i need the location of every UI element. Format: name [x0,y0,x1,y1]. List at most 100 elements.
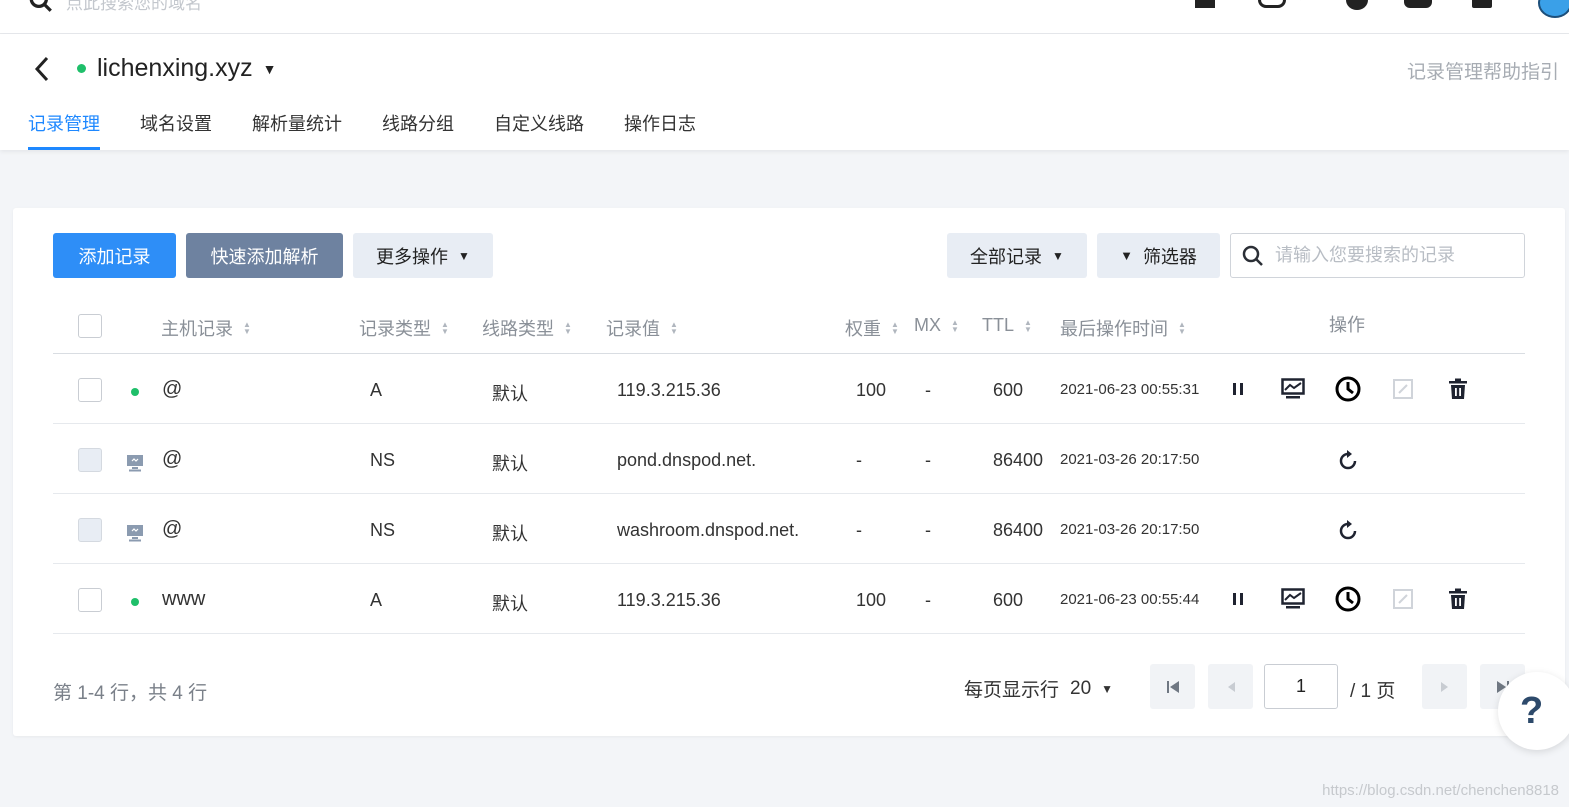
line-cell: 默认 [492,384,528,404]
sort-icon: ▲ ▼ [891,320,899,336]
rows-per-page[interactable]: 每页显示行 20 ▼ [964,675,1113,702]
pagination-summary: 第 1-4 行，共 4 行 [53,683,208,704]
prev-page-button[interactable] [1208,664,1253,709]
cloud-icon[interactable] [1258,0,1286,8]
total-pages: / 1 页 [1350,681,1396,702]
caret-down-icon: ▼ [262,60,277,77]
tab-domain-settings[interactable]: 域名设置 [140,110,212,150]
domain-selector[interactable]: lichenxing.xyz ▼ [77,54,277,83]
edit-icon[interactable] [1390,586,1416,612]
refresh-icon[interactable] [1335,518,1361,544]
sort-icon: ▲ ▼ [564,320,572,336]
domain-search[interactable]: 点此搜索您的域名 [28,0,202,14]
col-ttl-label: TTL [982,315,1015,335]
tab-bar: 记录管理 域名设置 解析量统计 线路分组 自定义线路 操作日志 [28,110,736,150]
ttl-cell: 600 [993,590,1024,610]
clock-icon[interactable] [1335,376,1361,402]
tab-records[interactable]: 记录管理 [28,110,100,150]
more-actions-button[interactable]: 更多操作 ▼ [353,233,493,278]
filter-label: 筛选器 [1142,246,1197,267]
type-cell: A [370,380,383,400]
edit-icon[interactable] [1390,376,1416,402]
select-all-checkbox[interactable] [78,314,102,338]
pause-icon[interactable] [1225,586,1251,612]
col-mx[interactable]: MX ▲ ▼ [914,315,959,336]
col-host[interactable]: 主机记录 ▲ ▼ [161,315,251,341]
weight-cell: - [856,450,862,470]
col-type[interactable]: 记录类型 ▲ ▼ [359,315,449,341]
table-row: @ A 默认 119.3.215.36 100 - 600 2021-06-23 00:55:… [53,354,1525,424]
row-checkbox[interactable] [78,588,102,612]
row-checkbox [78,518,102,542]
col-host-label: 主机记录 [161,319,233,339]
chevron-down-icon[interactable]: ▼ [1296,0,1306,3]
mx-cell: - [925,520,931,540]
delete-icon[interactable] [1445,586,1471,612]
tab-operation-log[interactable]: 操作日志 [624,110,696,150]
search-icon [29,0,52,12]
message-icon[interactable] [1404,0,1432,8]
weight-cell: 100 [856,590,887,610]
col-updated[interactable]: 最后操作时间 ▲ ▼ [1060,315,1186,341]
tab-custom-lines[interactable]: 自定义线路 [494,110,584,150]
top-bar: 点此搜索您的域名 ▼ [0,0,1569,34]
sort-icon: ▲ ▼ [441,320,449,336]
type-cell: NS [370,520,396,540]
col-line[interactable]: 线路类型 ▲ ▼ [482,315,572,341]
col-ttl[interactable]: TTL ▲ ▼ [982,315,1032,336]
back-arrow-icon[interactable] [30,54,56,84]
mx-cell: - [925,450,931,470]
value-cell: 119.3.215.36 [617,380,721,400]
enabled-status-icon [131,598,139,606]
monitor-icon[interactable] [1280,586,1306,612]
sort-icon: ▲ ▼ [670,320,678,336]
ttl-cell: 86400 [993,450,1044,470]
enabled-status-icon [131,388,139,396]
record-search-input[interactable] [1275,245,1515,266]
first-page-button[interactable] [1150,664,1195,709]
all-records-label: 全部记录 [970,246,1043,267]
clock-icon[interactable] [1335,586,1361,612]
col-value[interactable]: 记录值 ▲ ▼ [606,315,678,341]
avatar[interactable] [1538,0,1569,18]
weight-cell: 100 [856,380,887,400]
domain-search-placeholder: 点此搜索您的域名 [66,0,202,13]
type-cell: NS [370,450,396,470]
more-actions-label: 更多操作 [376,246,449,267]
help-guide-link[interactable]: 记录管理帮助指引 [1407,57,1569,84]
filter-button[interactable]: ▼ 筛选器 [1097,233,1220,278]
delete-icon[interactable] [1445,376,1471,402]
row-checkbox[interactable] [78,378,102,402]
all-records-dropdown[interactable]: 全部记录 ▼ [947,233,1087,278]
tab-stats[interactable]: 解析量统计 [252,110,342,150]
col-weight-label: 权重 [845,319,881,339]
record-search-box[interactable] [1230,233,1525,278]
help-float-button[interactable]: ? [1498,672,1569,750]
table-header: 主机记录 ▲ ▼ 记录类型 ▲ ▼ 线路类型 ▲ ▼ 记录值 ▲ ▼ 权重 ▲ ▼ MX ▲ ▼ TTL… [53,303,1525,354]
domain-name: lichenxing.xyz [97,54,253,82]
updated-cell: 2021-06-23 00:55:44 [1060,591,1200,608]
next-page-button[interactable] [1422,664,1467,709]
search-icon [1242,245,1263,266]
monitor-icon[interactable] [1280,376,1306,402]
caret-down-icon: ▼ [1052,248,1064,263]
rows-per-page-value[interactable]: 20 [1070,678,1091,700]
home-icon[interactable] [1195,0,1215,8]
filter-icon: ▼ [1120,248,1133,263]
refresh-icon[interactable] [1335,448,1361,474]
records-table: 主机记录 ▲ ▼ 记录类型 ▲ ▼ 线路类型 ▲ ▼ 记录值 ▲ ▼ 权重 ▲ ▼ MX ▲ ▼ TTL… [53,303,1525,634]
col-weight[interactable]: 权重 ▲ ▼ [845,315,899,341]
info-icon[interactable] [1346,0,1368,10]
tab-line-groups[interactable]: 线路分组 [382,110,454,150]
quick-add-button[interactable]: 快速添加解析 [186,233,343,278]
table-row: @ NS 默认 pond.dnspod.net. - - 86400 2021-03-26 2… [53,424,1525,494]
system-record-icon [126,524,144,547]
status-dot-icon [77,64,86,73]
caret-down-icon: ▼ [458,248,470,263]
add-record-button[interactable]: 添加记录 [53,233,176,278]
page-header: lichenxing.xyz ▼ 记录管理帮助指引 记录管理 域名设置 解析量统… [0,34,1569,150]
col-line-label: 线路类型 [482,319,554,339]
page-number-input[interactable] [1264,664,1338,709]
pause-icon[interactable] [1225,376,1251,402]
bell-icon[interactable] [1472,0,1492,8]
